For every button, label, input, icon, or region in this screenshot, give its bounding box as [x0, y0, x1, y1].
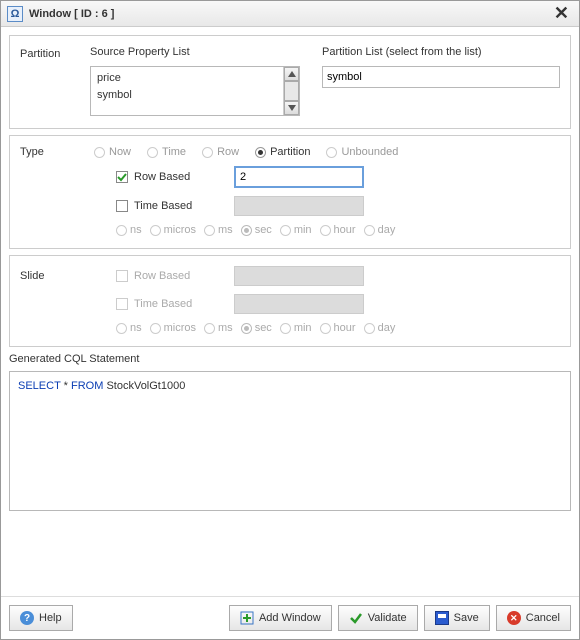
time-based-label: Time Based	[134, 200, 234, 212]
partition-panel: Partition Source Property List price sym…	[9, 35, 571, 129]
help-button[interactable]: ? Help	[9, 605, 73, 631]
cql-keyword: SELECT	[18, 380, 61, 392]
type-label: Type	[20, 146, 68, 158]
validate-button[interactable]: Validate	[338, 605, 418, 631]
help-icon: ?	[20, 611, 34, 625]
partition-list-input[interactable]	[322, 66, 560, 88]
source-property-listbox[interactable]: price symbol	[90, 66, 300, 116]
add-window-button[interactable]: Add Window	[229, 605, 332, 631]
slide-time-based-checkbox	[116, 298, 128, 310]
cql-label: Generated CQL Statement	[9, 353, 571, 365]
time-based-checkbox[interactable]	[116, 200, 128, 212]
radio-partition[interactable]: Partition	[255, 146, 310, 158]
scrollbar[interactable]	[283, 67, 299, 115]
row-based-input[interactable]	[234, 166, 364, 188]
save-icon	[435, 611, 449, 625]
omega-icon: Ω	[7, 6, 23, 22]
radio-row[interactable]: Row	[202, 146, 239, 158]
unit-ns: ns	[116, 224, 142, 236]
scroll-track[interactable]	[284, 81, 299, 101]
list-item[interactable]: symbol	[95, 88, 279, 102]
scroll-up-icon[interactable]	[284, 67, 299, 81]
type-panel: Type Now Time Row Partition Unbounded Ro…	[9, 135, 571, 249]
window-title: Window [ ID : 6 ]	[29, 8, 114, 20]
slide-row-based-checkbox	[116, 270, 128, 282]
cancel-button[interactable]: ✕ Cancel	[496, 605, 571, 631]
partition-list-label: Partition List (select from the list)	[322, 46, 560, 58]
cancel-icon: ✕	[507, 611, 521, 625]
source-property-label: Source Property List	[90, 46, 300, 58]
validate-icon	[349, 611, 363, 625]
row-based-checkbox[interactable]	[116, 171, 128, 183]
radio-unbounded[interactable]: Unbounded	[326, 146, 398, 158]
slide-unit-ms: ms	[204, 322, 233, 334]
unit-ms: ms	[204, 224, 233, 236]
partition-label: Partition	[20, 48, 60, 60]
cql-keyword: FROM	[71, 380, 103, 392]
unit-min: min	[280, 224, 312, 236]
save-button[interactable]: Save	[424, 605, 490, 631]
slide-label: Slide	[20, 270, 68, 282]
type-time-units: ns micros ms sec min hour day	[20, 224, 560, 236]
slide-time-based-input	[234, 294, 364, 314]
slide-unit-sec: sec	[241, 322, 272, 334]
list-item[interactable]: price	[95, 71, 279, 85]
scroll-down-icon[interactable]	[284, 101, 299, 115]
slide-unit-ns: ns	[116, 322, 142, 334]
dialog-footer: ? Help Add Window Validate Save ✕ Cancel	[1, 596, 579, 639]
titlebar: Ω Window [ ID : 6 ] ✕	[1, 1, 579, 27]
slide-unit-micros: micros	[150, 322, 196, 334]
add-window-icon	[240, 611, 254, 625]
dialog-content: Partition Source Property List price sym…	[1, 27, 579, 596]
row-based-label: Row Based	[134, 171, 234, 183]
slide-unit-hour: hour	[320, 322, 356, 334]
slide-unit-min: min	[280, 322, 312, 334]
cql-section: Generated CQL Statement SELECT * FROM St…	[9, 353, 571, 588]
unit-day: day	[364, 224, 396, 236]
cql-textarea[interactable]: SELECT * FROM StockVolGt1000	[9, 371, 571, 511]
time-based-input	[234, 196, 364, 216]
slide-time-based-label: Time Based	[134, 298, 234, 310]
unit-sec: sec	[241, 224, 272, 236]
close-icon[interactable]: ✕	[550, 3, 573, 24]
slide-time-units: ns micros ms sec min hour day	[20, 322, 560, 334]
slide-row-based-input	[234, 266, 364, 286]
slide-panel: Slide Row Based Time Based ns micros ms …	[9, 255, 571, 347]
radio-time[interactable]: Time	[147, 146, 186, 158]
unit-hour: hour	[320, 224, 356, 236]
radio-now[interactable]: Now	[94, 146, 131, 158]
slide-unit-day: day	[364, 322, 396, 334]
window-dialog: Ω Window [ ID : 6 ] ✕ Partition Source P…	[0, 0, 580, 640]
slide-row-based-label: Row Based	[134, 270, 234, 282]
unit-micros: micros	[150, 224, 196, 236]
